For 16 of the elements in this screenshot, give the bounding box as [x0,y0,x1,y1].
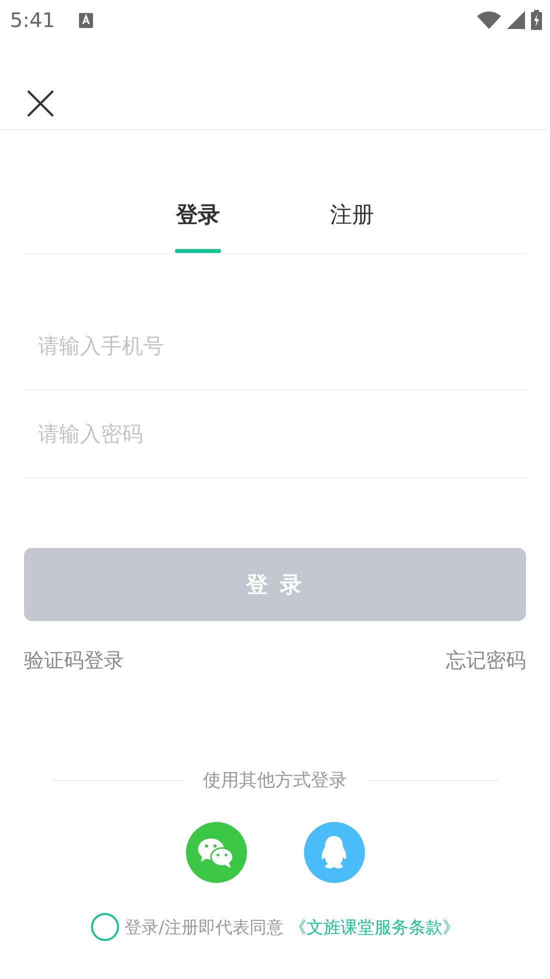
tab[interactable]: 注册 [330,200,374,253]
close-button[interactable] [27,90,54,117]
tab[interactable]: 登录 [176,200,220,253]
terms-link[interactable]: 《文旌课堂服务条款》 [289,916,460,938]
wifi-icon [477,11,501,29]
agree-checkbox[interactable] [90,913,119,941]
sms-login-link[interactable]: 验证码登录 [24,647,124,674]
keyboard-a-icon [78,12,93,28]
other-login-title: 使用其他方式登录 [203,769,347,792]
agreement-text: 登录/注册即代表同意 [124,916,284,938]
chat-bubbles-icon [197,836,235,868]
penguin-icon [319,834,349,870]
signal-icon [507,11,525,29]
status-time: 5:41 [10,8,55,32]
forgot-password-link[interactable]: 忘记密码 [446,647,526,674]
battery-charging-icon [531,10,542,30]
